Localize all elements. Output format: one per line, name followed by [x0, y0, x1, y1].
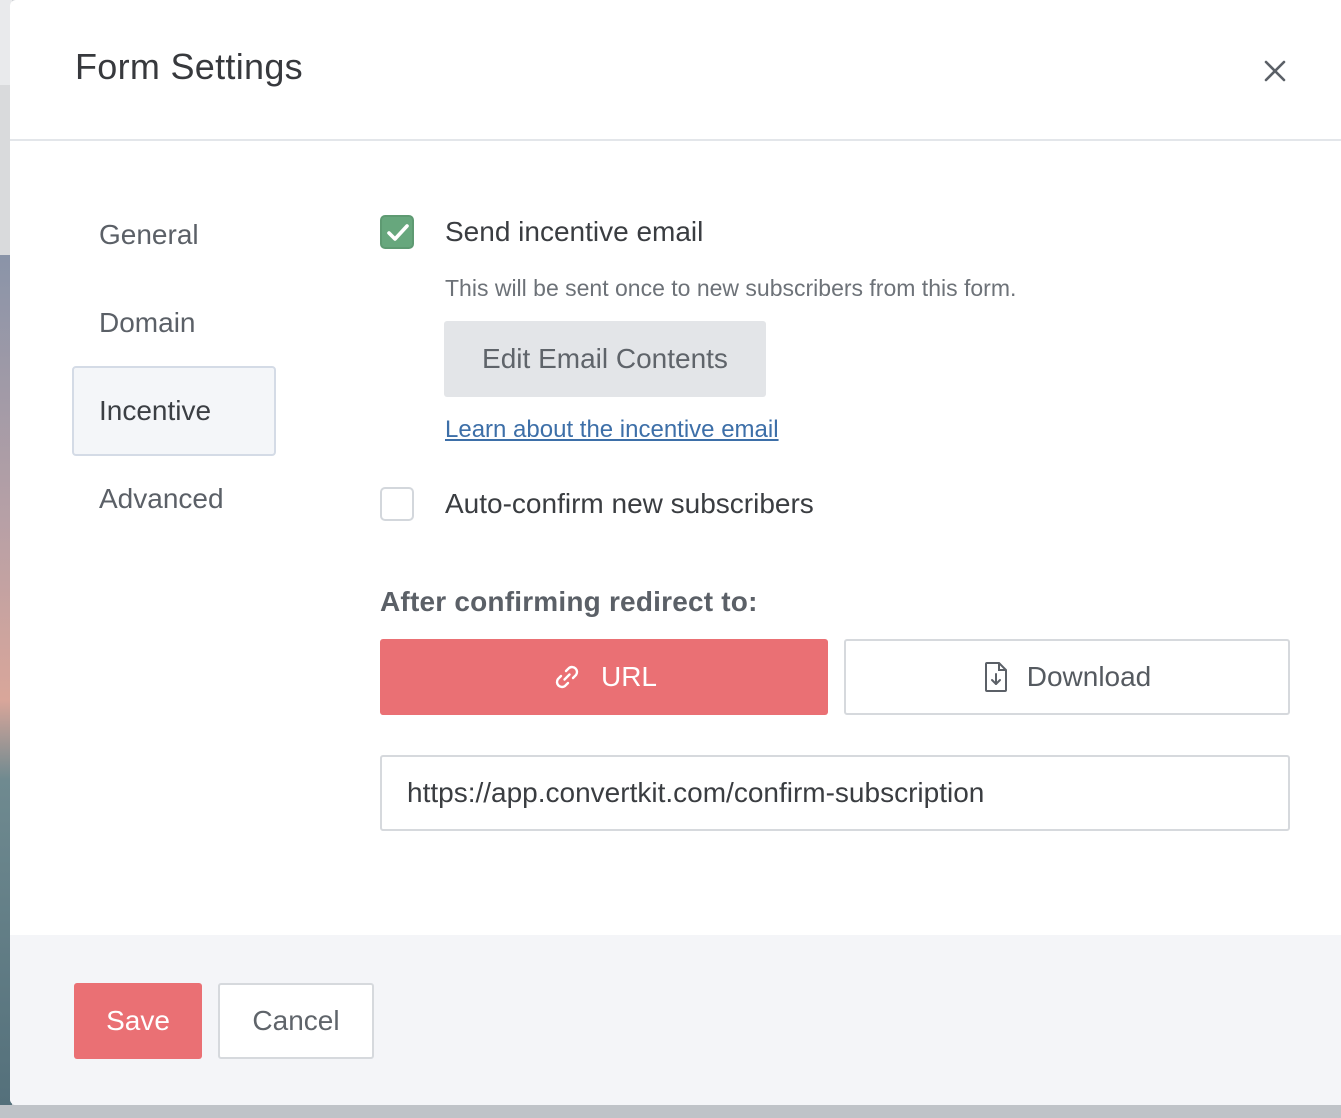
redirect-download-label: Download [1026, 661, 1152, 692]
redirect-url-input[interactable] [380, 755, 1290, 831]
close-icon [1264, 60, 1286, 82]
redirect-url-button[interactable]: URL [380, 639, 828, 715]
learn-incentive-link[interactable]: Learn about the incentive email [445, 416, 779, 444]
close-button[interactable] [1256, 52, 1294, 90]
redirect-url-label: URL [600, 661, 657, 692]
file-download-icon [984, 662, 1007, 692]
modal-footer: Save Cancel [10, 935, 1341, 1105]
nav-item-general[interactable]: General [72, 190, 276, 280]
send-incentive-label: Send incentive email [445, 216, 704, 247]
cancel-button[interactable]: Cancel [218, 983, 374, 1059]
edit-email-contents-button[interactable]: Edit Email Contents [444, 321, 766, 397]
save-button[interactable]: Save [74, 983, 202, 1059]
nav-item-domain-name[interactable]: Domain Name [72, 278, 276, 428]
form-settings-modal: Form Settings General Domain Name Incent… [10, 0, 1341, 1105]
send-incentive-help: This will be sent once to new subscriber… [445, 275, 1017, 301]
send-incentive-checkbox[interactable] [380, 215, 414, 249]
redirect-section-label: After confirming redirect to: [380, 586, 758, 617]
auto-confirm-checkbox[interactable] [380, 487, 414, 521]
background-bottom [0, 1105, 1341, 1118]
modal-header: Form Settings [10, 0, 1341, 141]
checkmark-icon [387, 224, 409, 241]
redirect-download-button[interactable]: Download [844, 639, 1290, 715]
nav-item-incentive[interactable]: Incentive [72, 366, 276, 456]
link-icon [555, 665, 579, 689]
modal-title: Form Settings [75, 46, 303, 87]
auto-confirm-label: Auto-confirm new subscribers [445, 488, 814, 519]
nav-item-advanced[interactable]: Advanced [72, 454, 276, 544]
